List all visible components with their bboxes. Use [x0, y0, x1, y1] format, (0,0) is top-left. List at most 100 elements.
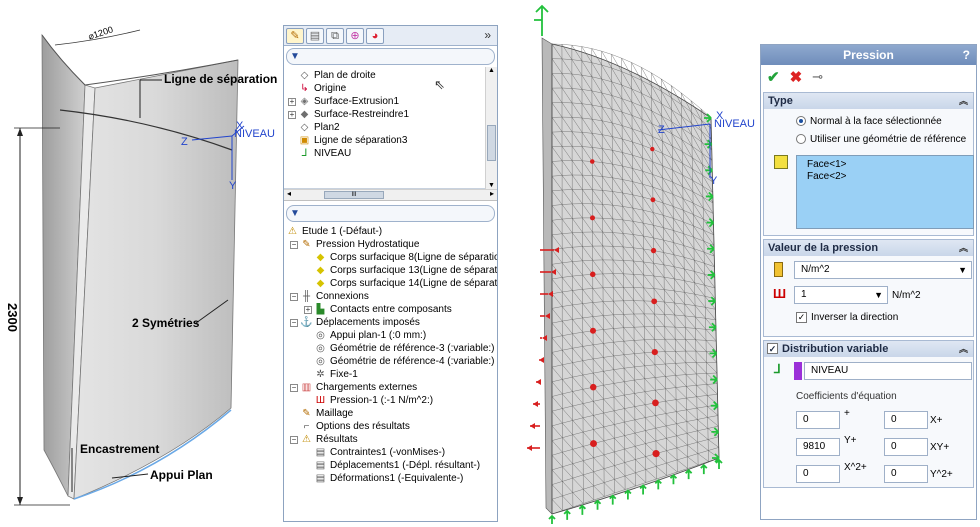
study-tree-label: Pression-1 (:-1 N/m^2:) — [330, 395, 434, 406]
invert-direction-checkbox[interactable]: ✓ Inverser la direction — [796, 312, 898, 323]
unit-select[interactable]: N/m^2 ▼ — [794, 261, 972, 279]
pressure-value-input[interactable]: 1 ▼ — [794, 286, 888, 304]
study-tree-item[interactable]: ✎ Maillage — [286, 407, 497, 420]
invert-checkbox-box[interactable]: ✓ — [796, 312, 807, 323]
type-group-title: Type — [768, 95, 793, 107]
manager-tabs: ✎ ▤ ⧉ ⊕ ◕ » — [284, 26, 497, 46]
face-item[interactable]: Face<1> — [807, 159, 973, 171]
study-tree-item[interactable]: + ▙ Contacts entre composants — [286, 303, 497, 316]
study-tree-item[interactable]: ◎ Appui plan-1 (:0 mm:) — [286, 329, 497, 342]
collapse-icon[interactable]: − — [290, 292, 298, 301]
study-tree-item[interactable]: ⚠ Etude 1 (-Défaut-) — [286, 225, 497, 238]
feature-tree-item[interactable]: ⅃ NIVEAU — [298, 147, 497, 160]
coeff-input[interactable]: 0 — [884, 438, 928, 456]
feature-tree-item[interactable]: ▣ Ligne de séparation3 — [298, 134, 497, 147]
units-ruler-icon — [774, 262, 783, 277]
study-tree-label: Fixe-1 — [330, 369, 358, 380]
collapse-icon[interactable]: ︽ — [959, 240, 968, 256]
face-selection-box[interactable]: Face<1> Face<2> — [796, 155, 974, 229]
study-tree-item[interactable]: − ⚠ Résultats — [286, 433, 497, 446]
feature-tree-label: Surface-Extrusion1 — [314, 96, 400, 107]
cancel-x-icon[interactable]: ✖ — [790, 68, 803, 86]
pressure-marker — [650, 197, 656, 203]
study-tree-item[interactable]: ✲ Fixe-1 — [286, 368, 497, 381]
chevron-down-icon[interactable]: ▼ — [958, 262, 967, 278]
radio-normal-button[interactable] — [796, 116, 806, 126]
collapse-icon[interactable]: − — [290, 318, 298, 327]
study-tree-item[interactable]: ◆ Corps surfacique 13(Ligne de séparati — [286, 264, 497, 277]
feature-tree-item[interactable]: + ◈ Surface-Extrusion1 — [288, 95, 497, 108]
collapse-icon[interactable]: − — [290, 383, 298, 392]
expand-icon[interactable]: + — [304, 305, 312, 314]
coeff-label: Coefficients d'équation — [796, 391, 897, 402]
coeff-input[interactable]: 0 — [884, 411, 928, 429]
tab-property-manager[interactable]: ▤ — [306, 27, 324, 44]
feature-manager: ✎ ▤ ⧉ ⊕ ◕ » ▼ ◇ Plan de droite ↳ Origine + ◈ S… — [283, 25, 498, 522]
axis-z-label: Z — [181, 136, 188, 148]
feature-tree-item[interactable]: ↳ Origine — [298, 82, 497, 95]
collapse-icon[interactable]: ︽ — [959, 341, 968, 357]
study-tree-item[interactable]: Ш Pression-1 (:-1 N/m^2:) — [286, 394, 497, 407]
coordinate-system-icon: ⅃ — [774, 362, 781, 376]
coeff-input[interactable]: 0 — [884, 465, 928, 483]
feature-tree-vscroll[interactable]: ▲ ▼ — [485, 67, 497, 189]
feature-tree-hscroll[interactable]: ◂ III ▸ — [284, 189, 497, 201]
feature-tree-item[interactable]: + ◆ Surface-Restreindre1 — [288, 108, 497, 121]
study-tree-item[interactable]: − ╫ Connexions — [286, 290, 497, 303]
collapse-icon[interactable]: − — [290, 240, 298, 249]
scroll-right-icon[interactable]: ▸ — [490, 189, 494, 198]
coeff-input[interactable]: 9810 — [796, 438, 840, 456]
fixture-icon: ◎ — [316, 356, 325, 367]
dist-group-header[interactable]: ✓ Distribution variable ︽ — [764, 341, 973, 357]
tab-configuration-manager[interactable]: ⧉ — [326, 27, 344, 44]
pushpin-icon[interactable]: ⊸ — [812, 69, 823, 85]
configuration-manager-icon: ⧉ — [331, 29, 339, 42]
pressure-marker — [652, 450, 660, 458]
help-icon[interactable]: ? — [963, 45, 970, 65]
tab-dimxpert[interactable]: ⊕ — [346, 27, 364, 44]
feature-filter-bar[interactable]: ▼ — [286, 48, 495, 65]
vscroll-thumb[interactable] — [487, 125, 496, 161]
fixture-symbol — [548, 514, 556, 525]
radio-normal[interactable]: Normal à la face sélectionnée — [764, 112, 973, 130]
feature-tree-item[interactable]: ◇ Plan de droite — [298, 69, 497, 82]
ok-check-icon[interactable]: ✔ — [767, 68, 780, 86]
study-tree-item[interactable]: − ✎ Pression Hydrostatique — [286, 238, 497, 251]
scroll-left-icon[interactable]: ◂ — [287, 189, 291, 198]
scroll-up-icon[interactable]: ▲ — [486, 67, 497, 74]
study-tree-item[interactable]: − ▥ Chargements externes — [286, 381, 497, 394]
study-tree-item[interactable]: ▤ Déplacements1 (-Dépl. résultant-) — [286, 459, 497, 472]
expand-icon[interactable]: + — [288, 110, 296, 119]
collapse-icon[interactable]: − — [290, 435, 298, 444]
chevron-down-icon[interactable]: ▼ — [874, 287, 883, 303]
more-tabs-icon[interactable]: » — [484, 28, 491, 42]
value-group-header[interactable]: Valeur de la pression ︽ — [764, 240, 973, 256]
study-tree-item[interactable]: ⌐ Options des résultats — [286, 420, 497, 433]
pressure-value: 1 — [801, 289, 807, 300]
study-tree-item[interactable]: ◎ Géométrie de référence-4 (:variable:) — [286, 355, 497, 368]
coeff-input[interactable]: 0 — [796, 411, 840, 429]
radio-reference[interactable]: Utiliser une géométrie de référence — [764, 130, 973, 148]
study-tree-item[interactable]: ◎ Géométrie de référence-3 (:variable:) — [286, 342, 497, 355]
coeff-input[interactable]: 0 — [796, 465, 840, 483]
feature-tree-item[interactable]: ◇ Plan2 — [298, 121, 497, 134]
radio-reference-button[interactable] — [796, 134, 806, 144]
mesh-axis-niveau-label: NIVEAU — [714, 118, 755, 130]
study-tree-item[interactable]: ▤ Contraintes1 (-vonMises-) — [286, 446, 497, 459]
expand-icon[interactable]: + — [288, 97, 296, 106]
study-tree-item[interactable]: ◆ Corps surfacique 14(Ligne de séparati — [286, 277, 497, 290]
face-item[interactable]: Face<2> — [807, 171, 973, 183]
study-tree-item[interactable]: − ⚓ Déplacements imposés — [286, 316, 497, 329]
study-tree-item[interactable]: ▤ Déformations1 (-Equivalente-) — [286, 472, 497, 485]
study-tree-item[interactable]: ◆ Corps surfacique 8(Ligne de séparatio — [286, 251, 497, 264]
hscroll-thumb[interactable]: III — [324, 191, 384, 199]
coord-system-field[interactable]: NIVEAU — [804, 362, 972, 380]
study-warning-icon: ⚠ — [288, 226, 297, 237]
study-filter-bar[interactable]: ▼ — [286, 205, 495, 222]
tab-feature-manager[interactable]: ✎ — [286, 27, 304, 44]
type-group-header[interactable]: Type ︽ — [764, 93, 973, 109]
dist-enable-checkbox[interactable]: ✓ — [767, 343, 778, 354]
tab-display-manager[interactable]: ◕ — [366, 27, 384, 44]
collapse-icon[interactable]: ︽ — [959, 93, 968, 109]
scroll-down-icon[interactable]: ▼ — [486, 182, 497, 189]
